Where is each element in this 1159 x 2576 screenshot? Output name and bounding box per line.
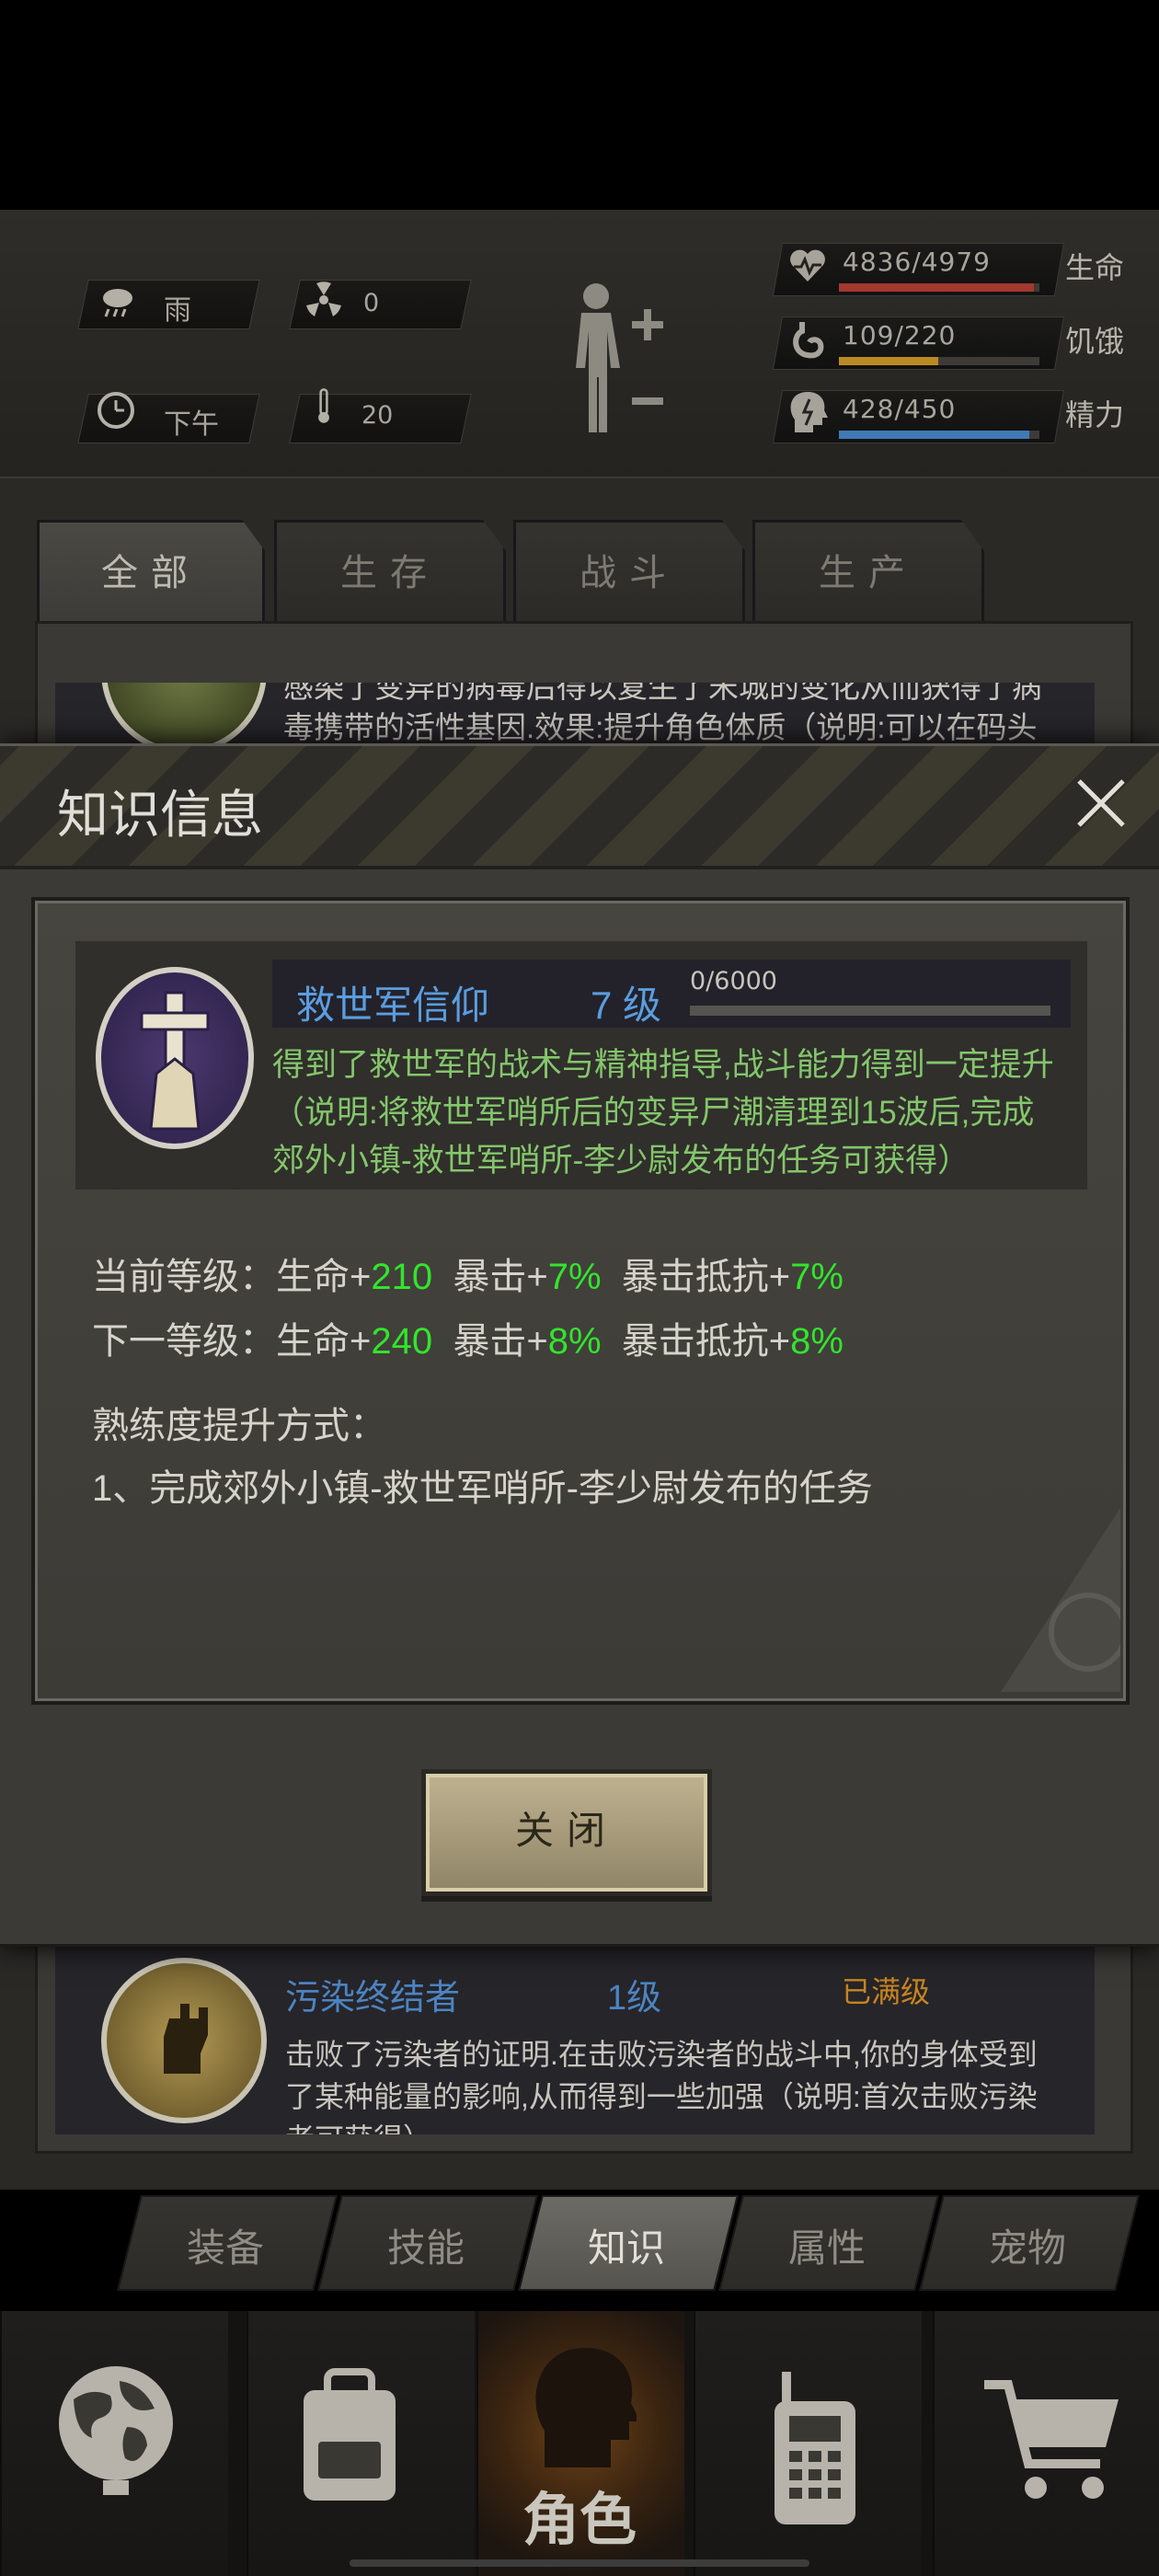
clock-icon [98, 392, 134, 429]
life-fill [839, 283, 1034, 292]
tab-survival-label: 生存 [340, 553, 440, 593]
life-value: 4836/4979 [843, 247, 991, 277]
next-level-prefix: 下一等级： [92, 1321, 276, 1362]
skill-desc-line: （说明:将救世军哨所后的变异尸潮清理到15波后,完成 [272, 1095, 1035, 1131]
close-button[interactable]: 关闭 [421, 1769, 712, 1896]
weather-text: 雨 [164, 295, 191, 326]
tab-production-label: 生产 [819, 553, 918, 593]
item-desc-line: 击败了污染者的证明.在击败污染者的战斗中,你的身体受到 [285, 2038, 1038, 2071]
skill-name: 救世军信仰 [296, 983, 490, 1027]
tab-all-label: 全部 [101, 553, 201, 593]
list-item[interactable]: 感染了变异的病毒后得以复生了宋城的变化从而获得了病 毒携带的活性基因.效果:提升… [55, 683, 1095, 743]
heart-icon [790, 249, 825, 282]
life-bonus-value: 210 [371, 1257, 433, 1297]
tab-survival[interactable]: 生存 [274, 520, 506, 624]
globe-icon [59, 2366, 173, 2495]
tab-combat[interactable]: 战斗 [513, 520, 745, 624]
thermometer-icon [318, 388, 329, 423]
item-name: 污染终结者 [285, 1979, 461, 2018]
energy-value: 428/450 [843, 394, 957, 424]
knowledge-info-dialog: 知识信息 救世军信仰 7 级 0/6000 得到了救世军的战术与精神指导,战斗能 [0, 743, 1159, 1947]
xp-text: 0/6000 [690, 967, 777, 995]
tab-all[interactable]: 全部 [37, 520, 265, 624]
backpack-icon [304, 2368, 396, 2501]
item-desc-line: 者可获得） [285, 2116, 432, 2134]
walkie-talkie-icon [775, 2372, 855, 2524]
energy-label: 精力 [1065, 398, 1125, 431]
crit-res-bonus-value: 8% [790, 1321, 843, 1362]
close-icon[interactable] [1072, 774, 1130, 833]
xp-progress-track [690, 1006, 1050, 1016]
crit-res-bonus-label: 暴击抵抗+ [621, 1321, 791, 1362]
rain-cloud-icon [103, 289, 132, 317]
crit-res-bonus-value: 7% [790, 1257, 843, 1297]
subtab-attributes-label: 属性 [787, 2226, 866, 2270]
skill-card: 救世军信仰 7 级 0/6000 得到了救世军的战术与精神指导,战斗能力得到一定… [75, 941, 1087, 1190]
method-title: 熟练度提升方式： [92, 1406, 386, 1446]
stomach-icon [793, 322, 824, 359]
current-level-line: 当前等级：生命+210 暴击+7% 暴击抵抗+7% [92, 1247, 843, 1300]
hunger-fill [839, 357, 938, 365]
life-label: 生命 [1065, 251, 1125, 284]
radiation-watermark-icon [1001, 1508, 1120, 1692]
dialog-title: 知识信息 [57, 786, 263, 844]
hunger-value: 109/220 [843, 320, 957, 351]
radiation-value: 0 [363, 289, 380, 317]
life-bonus-label: 生命+ [276, 1321, 372, 1362]
life-bonus-label: 生命+ [276, 1257, 372, 1297]
method-item: 1、完成郊外小镇-救世军哨所-李少尉发布的任务 [92, 1468, 873, 1509]
dialog-body: 救世军信仰 7 级 0/6000 得到了救世军的战术与精神指导,战斗能力得到一定… [31, 897, 1130, 1705]
list-item[interactable]: 污染终结者 1级 已满级 击败了污染者的证明.在击败污染者的战斗中,你的身体受到… [55, 1943, 1095, 2134]
body-status-figure-icon[interactable] [557, 276, 677, 442]
crit-bonus-label: 暴击+ [453, 1257, 548, 1297]
praying-hands-cross-icon [96, 967, 254, 1149]
current-level-prefix: 当前等级： [92, 1257, 276, 1297]
subtab-pets-label: 宠物 [988, 2226, 1066, 2270]
subtab-equipment-label: 装备 [186, 2226, 264, 2270]
nav-world-map[interactable] [0, 2311, 228, 2576]
item-level: 1级 [607, 1979, 662, 2018]
nav-radio[interactable] [694, 2311, 922, 2576]
tab-production[interactable]: 生产 [752, 520, 984, 624]
subtab-skills-label: 技能 [386, 2226, 465, 2270]
role-head-icon [535, 2348, 637, 2467]
temperature-value: 20 [361, 401, 394, 430]
crit-bonus-value: 8% [547, 1321, 602, 1362]
subtab-knowledge-label: 知识 [587, 2226, 665, 2270]
radiation-icon [306, 282, 341, 316]
hunger-label: 饥饿 [1065, 325, 1125, 358]
status-panel: 雨 0 下午 20 4836/4979 生命 109/220 饥饿 428/45… [0, 210, 1159, 479]
crit-res-bonus-label: 暴击抵抗+ [621, 1257, 791, 1297]
tab-combat-label: 战斗 [580, 553, 679, 593]
nav-character-label: 角色 [522, 2489, 637, 2552]
crit-bonus-value: 7% [547, 1257, 602, 1297]
skill-desc-line: 郊外小镇-救世军哨所-李少尉发布的任务可获得） [272, 1143, 970, 1179]
nav-shop[interactable] [933, 2311, 1159, 2576]
nav-backpack[interactable] [247, 2311, 475, 2576]
item-max-status: 已满级 [842, 1975, 931, 2008]
head-bolt-icon [790, 392, 828, 432]
crit-bonus-label: 暴击+ [453, 1321, 548, 1362]
skill-level: 7 级 [591, 983, 662, 1027]
cart-icon [984, 2380, 1119, 2499]
item-desc-line: 毒携带的活性基因.效果:提升角色体质（说明:可以在码头 [283, 710, 1038, 743]
energy-fill [839, 431, 1029, 439]
next-level-line: 下一等级：生命+240 暴击+8% 暴击抵抗+8% [92, 1311, 843, 1364]
life-bonus-value: 240 [371, 1321, 433, 1362]
fist-badge-icon [101, 1958, 267, 2123]
system-home-indicator[interactable] [350, 2559, 809, 2567]
item-desc-line: 了某种能量的影响,从而得到一些加强（说明:首次击败污染 [285, 2080, 1038, 2113]
gene-badge-icon [101, 683, 267, 743]
time-of-day-text: 下午 [164, 409, 219, 440]
skill-desc-line: 得到了救世军的战术与精神指导,战斗能力得到一定提升 [272, 1047, 1054, 1083]
